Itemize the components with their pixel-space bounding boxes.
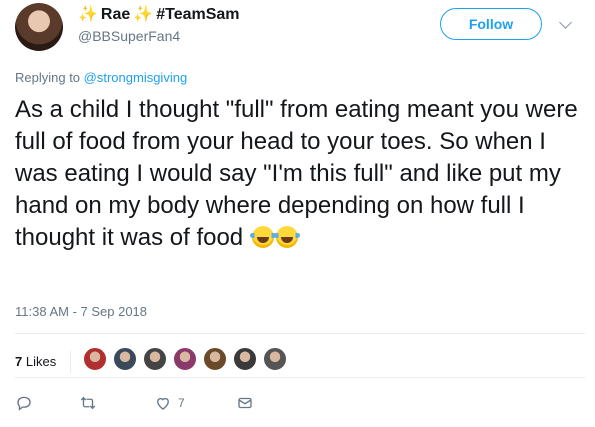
like-count: 7 — [178, 396, 185, 410]
follow-button[interactable]: Follow — [440, 8, 542, 40]
liker-avatar[interactable] — [143, 347, 168, 371]
replying-to-label: Replying to — [15, 70, 84, 85]
likes-label: Likes — [22, 354, 57, 369]
liker-avatar[interactable] — [203, 347, 228, 371]
tweet-body: As a child I thought "full" from eating … — [15, 96, 578, 251]
divider — [15, 377, 585, 378]
liker-avatar[interactable] — [173, 347, 198, 371]
liker-avatar[interactable] — [83, 347, 108, 371]
retweet-button[interactable] — [79, 394, 154, 412]
sparkles-icon: ✨ — [78, 6, 98, 23]
sparkles-icon: ✨ — [133, 6, 154, 23]
avatar[interactable] — [15, 3, 63, 51]
reply-mention-link[interactable]: @strongmisgiving — [84, 70, 188, 85]
liker-avatar[interactable] — [233, 347, 258, 371]
tweet-timestamp[interactable]: 11:38 AM - 7 Sep 2018 — [15, 304, 147, 319]
display-name[interactable]: Rae — [101, 6, 130, 24]
face-with-tears-of-joy-icon — [273, 226, 300, 248]
chevron-down-icon[interactable] — [559, 16, 572, 29]
liker-avatars — [83, 347, 293, 376]
reply-icon — [17, 396, 31, 411]
reply-button[interactable] — [15, 394, 79, 412]
likes-count[interactable]: 7 Likes — [15, 354, 56, 369]
likes-separator — [70, 350, 72, 373]
like-button[interactable]: 7 — [154, 394, 236, 412]
liker-avatar[interactable] — [113, 347, 138, 371]
likes-row[interactable]: 7 Likes — [15, 347, 293, 376]
direct-message-button[interactable] — [236, 394, 254, 412]
tweet-text: As a child I thought "full" from eating … — [15, 94, 585, 254]
retweet-icon — [80, 396, 96, 410]
heart-icon — [157, 397, 169, 410]
tweet-actions: 7 — [15, 394, 254, 412]
face-with-tears-of-joy-icon — [249, 226, 276, 248]
user-name-row[interactable]: ✨ Rae ✨ #TeamSam — [78, 6, 240, 24]
replying-to: Replying to @strongmisgiving — [15, 70, 187, 85]
team-tag[interactable]: #TeamSam — [156, 6, 239, 24]
envelope-icon — [238, 397, 252, 409]
divider — [15, 333, 585, 334]
user-handle[interactable]: @BBSuperFan4 — [78, 28, 180, 44]
liker-avatar[interactable] — [263, 347, 288, 371]
